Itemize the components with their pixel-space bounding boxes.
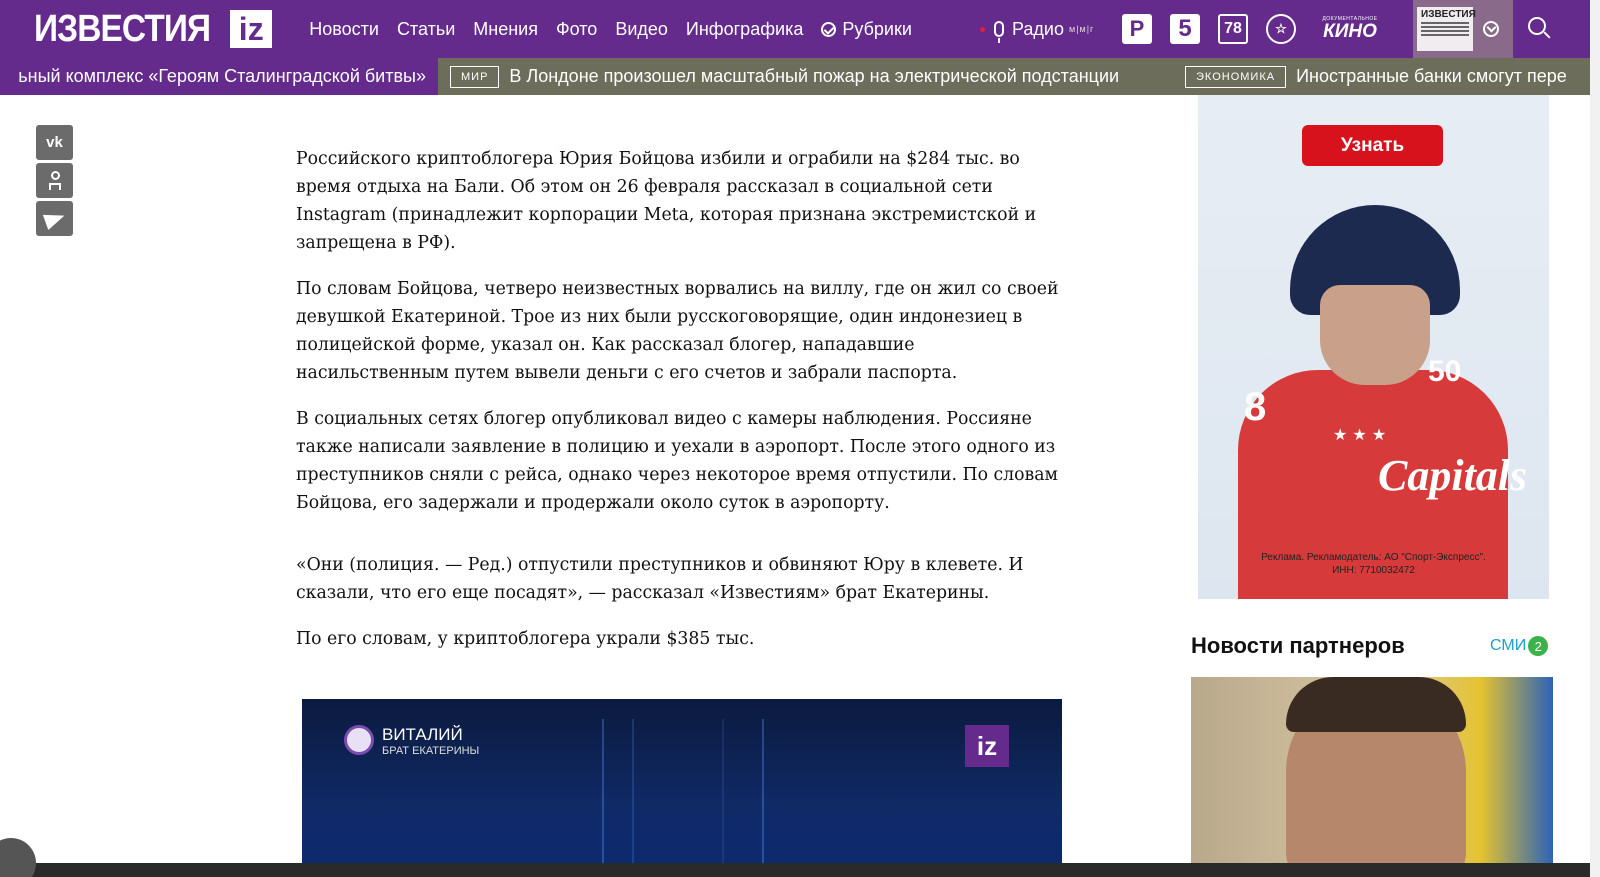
ad-learn-more-button[interactable]: Узнать: [1302, 125, 1443, 166]
telegram-share-button[interactable]: [36, 201, 73, 236]
live-dot-icon: [980, 26, 985, 32]
bottom-bar: [0, 863, 1590, 877]
jersey-patch: 50: [1428, 355, 1462, 388]
microphone-icon: [994, 21, 1004, 43]
ticker-text: Иностранные банки смогут пере: [1296, 66, 1567, 86]
caller-name: ВИТАЛИЙ: [382, 725, 463, 744]
radio-frequency: м|м|г: [1069, 24, 1095, 34]
newspaper-title: ИЗВЕСТИЯ: [1421, 9, 1476, 20]
telegram-icon: [42, 207, 67, 230]
nav-rubrics-label: Рубрики: [842, 18, 912, 39]
odnoklassniki-icon: [48, 170, 62, 192]
channel-kino-label: КИНО: [1323, 21, 1377, 42]
ad-hockey-player-image: 8 50 ★ ★ ★ Capitals: [1238, 205, 1527, 599]
partner-news-image[interactable]: [1191, 677, 1553, 877]
sidebar-ad[interactable]: 8 50 ★ ★ ★ Capitals Узнать Реклама. Рекл…: [1198, 95, 1549, 599]
nav-infographics[interactable]: Инфографика: [677, 19, 812, 40]
ticker-item-1[interactable]: ьный комплекс «Героям Сталинградской бит…: [0, 58, 438, 95]
video-logo: iz: [965, 725, 1009, 767]
radio-link[interactable]: Радио м|м|г: [980, 0, 1094, 58]
news-ticker: ьный комплекс «Героям Сталинградской бит…: [0, 58, 1590, 95]
nav-news[interactable]: Новости: [300, 19, 388, 40]
share-buttons: vk: [36, 125, 73, 236]
article-paragraph: По его словам, у криптоблогера украли $3…: [296, 629, 755, 649]
ad-disclaimer-line: ИНН: 7710032472: [1332, 565, 1415, 576]
article-quote: «Они (полиция. — Ред.) отпустили преступ…: [296, 555, 1024, 603]
caller-subtitle: БРАТ ЕКАТЕРИНЫ: [382, 745, 480, 757]
article-paragraph: По словам Бойцова, четверо неизвестных в…: [296, 279, 1059, 383]
nav-video[interactable]: Видео: [606, 19, 677, 40]
channel-5-icon[interactable]: 5: [1170, 14, 1200, 44]
newspaper-dropdown[interactable]: ИЗВЕСТИЯ: [1413, 0, 1513, 58]
article-body: Российского криптоблогера Юрия Бойцова и…: [296, 145, 1066, 671]
vk-icon: vk: [46, 134, 63, 151]
vk-share-button[interactable]: vk: [36, 125, 73, 160]
logo-badge: iz: [230, 10, 273, 48]
phone-icon: [344, 725, 374, 755]
search-button[interactable]: [1528, 17, 1552, 41]
channel-zvezda-icon[interactable]: ☆: [1266, 14, 1296, 44]
ad-disclaimer: Реклама. Рекламодатель: АО "Спорт-Экспре…: [1198, 551, 1549, 577]
ok-share-button[interactable]: [36, 163, 73, 198]
smi-count-badge: 2: [1528, 636, 1549, 656]
ticker-item-3[interactable]: ЭКОНОМИКА Иностранные банки смогут пере: [1185, 58, 1567, 95]
ticker-text: В Лондоне произошел масштабный пожар на …: [509, 66, 1120, 86]
chevron-down-icon: [1483, 21, 1499, 37]
video-caller-caption: ВИТАЛИЙ БРАТ ЕКАТЕРИНЫ: [344, 725, 479, 757]
channel-78-icon[interactable]: 78: [1218, 14, 1248, 44]
nav-rubrics[interactable]: Рубрики: [812, 19, 921, 40]
logo-text: ИЗВЕСТИЯ: [34, 8, 211, 50]
smi-label: СМИ: [1490, 637, 1527, 654]
ticker-tag: ЭКОНОМИКА: [1185, 65, 1287, 88]
ad-disclaimer-line: Реклама. Рекламодатель: АО "Спорт-Экспре…: [1261, 552, 1486, 563]
tv-channels: Р 5 78 ☆ ДОКУМЕНТАЛЬНОЕ КИНО: [1122, 0, 1386, 58]
partners-title: Новости партнеров: [1191, 633, 1405, 658]
channel-doc-kino-icon[interactable]: ДОКУМЕНТАЛЬНОЕ КИНО: [1314, 14, 1386, 44]
smi2-link[interactable]: СМИ 2: [1490, 636, 1549, 656]
newspaper-icon: ИЗВЕСТИЯ: [1417, 7, 1476, 51]
article-video[interactable]: ВИТАЛИЙ БРАТ ЕКАТЕРИНЫ iz: [302, 699, 1062, 877]
ticker-item-2[interactable]: МИР В Лондоне произошел масштабный пожар…: [450, 58, 1119, 95]
nav-photo[interactable]: Фото: [547, 19, 606, 40]
nav-opinions[interactable]: Мнения: [464, 19, 547, 40]
article-paragraph: В социальных сетях блогер опубликовал ви…: [296, 409, 1059, 513]
nav-articles[interactable]: Статьи: [388, 19, 464, 40]
site-logo[interactable]: ИЗВЕСТИЯ iz: [34, 0, 273, 58]
radio-label: Радио: [1012, 18, 1064, 39]
channel-ren-icon[interactable]: Р: [1122, 14, 1152, 44]
ticker-tag: МИР: [450, 65, 500, 88]
jersey-number: 8: [1244, 385, 1267, 429]
jersey-wordmark: Capitals: [1378, 451, 1528, 500]
scrollbar[interactable]: [1590, 0, 1600, 877]
jersey-stars: ★ ★ ★: [1333, 425, 1387, 444]
article-paragraph: Российского криптоблогера Юрия Бойцова и…: [296, 149, 1037, 253]
main-nav: Новости Статьи Мнения Фото Видео Инфогра…: [300, 19, 921, 40]
check-circle-icon: [821, 21, 837, 37]
floating-button[interactable]: [0, 838, 36, 877]
